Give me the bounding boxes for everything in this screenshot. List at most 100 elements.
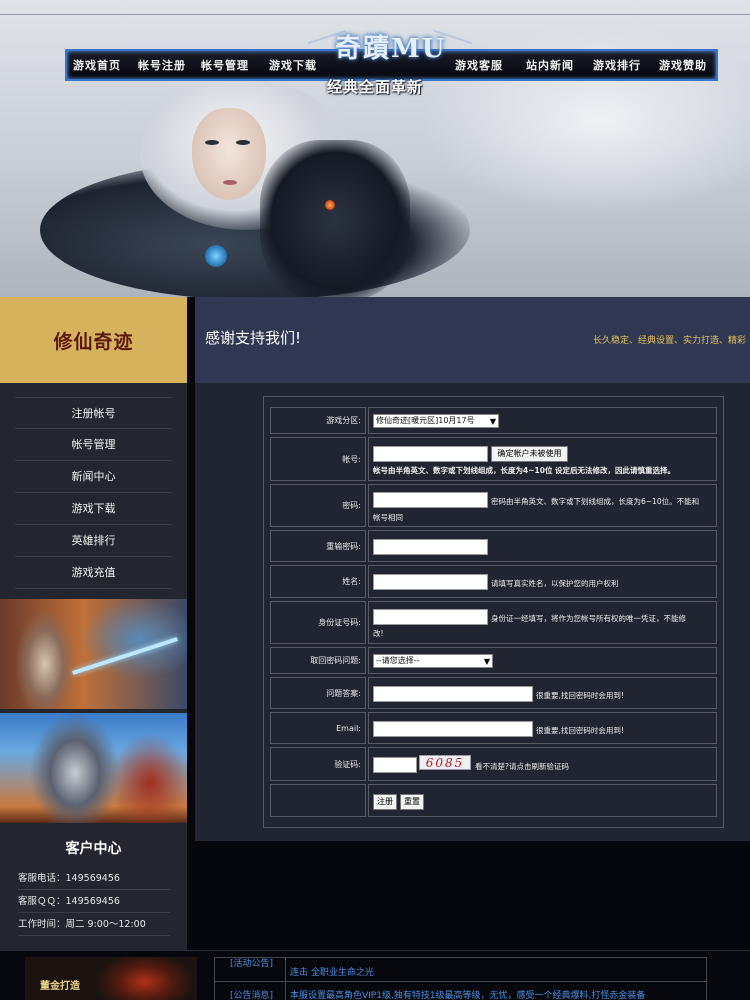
account-hint: 帐号由半角英文、数字或下划线组成，长度为4~10位 设定后无法修改，因此请慎重选… — [373, 466, 676, 475]
submit-button[interactable]: 注册 — [373, 794, 397, 810]
answer-label: 问题答案: — [270, 677, 366, 709]
sidebar-menu: 注册帐号 帐号管理 新闻中心 游戏下载 英雄排行 游戏充值 — [0, 397, 187, 589]
customer-center: 客户中心 客服电话：149569456 客服ＱＱ：149569456 工作时间：… — [0, 830, 187, 950]
nav-ranking[interactable]: 游戏排行 — [593, 57, 641, 73]
nav-account[interactable]: 帐号管理 — [201, 57, 249, 73]
nav-home[interactable]: 游戏首页 — [73, 57, 121, 73]
news-tag-1[interactable]: [活动公告] — [230, 956, 273, 969]
name-hint: 请填写真实姓名，以保护您的用户权利 — [491, 579, 619, 588]
bottom-strip: 董金打造 [活动公告] 连击 全职业生命之光 [公告消息] 本服设置最高角色VI… — [0, 950, 750, 1000]
email-label: Email: — [270, 712, 366, 744]
id-number-hint-line1: 身份证一经填写，将作为您帐号所有权的唯一凭证，不能修 — [491, 614, 686, 623]
name-label: 姓名: — [270, 565, 366, 598]
email-hint: 很重要,找回密码时会用到! — [536, 726, 624, 735]
password-value-cell: 密码由半角英文、数字或下划线组成，长度为6~10位。不能和 帐号相同 — [368, 484, 717, 527]
main-title: 感谢支持我们! — [205, 329, 302, 347]
logo-main-text: 奇蹟MU — [335, 34, 447, 64]
logo-sub-text: 经典全面革新 — [327, 78, 424, 96]
banner-eye-right — [236, 140, 250, 145]
sidebar-ad-warrior[interactable] — [0, 599, 187, 709]
form-row-email: Email: 很重要,找回密码时会用到! — [270, 712, 717, 744]
captcha-value-cell: 6085 看不清楚?请点击刷新验证码 — [368, 747, 717, 781]
nav-register[interactable]: 帐号注册 — [138, 57, 186, 73]
game-logo[interactable]: 奇蹟MU 经典全面革新 — [305, 26, 475, 102]
buttons-label-cell — [270, 784, 366, 817]
question-select[interactable]: --请您选择-- ▼ — [373, 654, 493, 668]
sidebar-item-register[interactable]: 注册帐号 — [15, 397, 172, 429]
sidebar-item-ranking[interactable]: 英雄排行 — [15, 525, 172, 557]
password-hint-line2: 帐号相同 — [373, 513, 403, 522]
form-row-name: 姓名: 请填写真实姓名，以保护您的用户权利 — [270, 565, 717, 598]
form-row-answer: 问题答案: 很重要,找回密码时会用到! — [270, 677, 717, 709]
email-value-cell: 很重要,找回密码时会用到! — [368, 712, 717, 744]
captcha-input[interactable] — [373, 757, 417, 773]
answer-input[interactable] — [373, 686, 533, 702]
nav-sponsor[interactable]: 游戏赞助 — [659, 57, 707, 73]
server-label: 游戏分区: — [270, 407, 366, 434]
cs-phone: 客服电话：149569456 — [18, 868, 170, 890]
password-label: 密码: — [270, 484, 366, 527]
server-select-value: 修仙奇迹[暖元区]10月17号 — [376, 416, 475, 425]
name-value-cell: 请填写真实姓名，以保护您的用户权利 — [368, 565, 717, 598]
confirm-password-input[interactable] — [373, 539, 488, 555]
sidebar-item-account[interactable]: 帐号管理 — [15, 429, 172, 461]
email-input[interactable] — [373, 721, 533, 737]
form-row-password: 密码: 密码由半角英文、数字或下划线组成，长度为6~10位。不能和 帐号相同 — [270, 484, 717, 527]
news-text-2[interactable]: 本服设置最高角色VIP1级,独有特技1级最高等级，无忧，感受一个经典爆料,打怪赤… — [290, 988, 645, 1000]
chevron-down-icon: ▼ — [483, 657, 490, 666]
sidebar-item-download[interactable]: 游戏下载 — [15, 493, 172, 525]
question-select-value: --请您选择-- — [376, 656, 420, 665]
main-header: 感谢支持我们! 长久稳定、经典设置、实力打造、精彩 — [195, 297, 750, 383]
captcha-image[interactable]: 6085 — [419, 755, 471, 770]
ad-blade-art — [72, 637, 178, 675]
id-number-hint-line2: 改! — [373, 629, 384, 638]
cs-phone-value: 149569456 — [65, 873, 120, 884]
top-banner: 游戏首页 帐号注册 帐号管理 游戏下载 游戏客服 站内新闻 游戏排行 游戏赞助 … — [0, 0, 750, 297]
password-hint-line1: 密码由半角英文、数字或下划线组成，长度为6~10位。不能和 — [491, 497, 700, 506]
name-input[interactable] — [373, 574, 488, 590]
left-sidebar: 修仙奇迹 注册帐号 帐号管理 新闻中心 游戏下载 英雄排行 游戏充值 客户中心 … — [0, 297, 187, 950]
id-number-input[interactable] — [373, 609, 488, 625]
site-title-box: 修仙奇迹 — [0, 297, 187, 383]
banner-shoulder-art — [260, 140, 410, 297]
form-row-confirm-password: 重输密码: — [270, 530, 717, 562]
cs-hours-value: 周二 9:00～12:00 — [65, 919, 146, 930]
bottom-news-table: [活动公告] 连击 全职业生命之光 [公告消息] 本服设置最高角色VIP1级,独… — [214, 957, 707, 1000]
question-label: 取回密码问题: — [270, 647, 366, 674]
form-row-server: 游戏分区: 修仙奇迹[暖元区]10月17号 ▼ — [270, 407, 717, 434]
banner-eye-left — [205, 140, 219, 145]
account-label: 帐号: — [270, 437, 366, 481]
check-account-button[interactable]: 确定帐户未被使用 — [491, 446, 568, 462]
news-text-1[interactable]: 连击 全职业生命之光 — [290, 965, 374, 978]
server-value-cell: 修仙奇迹[暖元区]10月17号 ▼ — [368, 407, 717, 434]
captcha-hint[interactable]: 看不清楚?请点击刷新验证码 — [475, 761, 569, 772]
cs-qq: 客服ＱＱ：149569456 — [18, 891, 170, 913]
sidebar-item-news[interactable]: 新闻中心 — [15, 461, 172, 493]
banner-top-line — [0, 14, 750, 15]
server-select[interactable]: 修仙奇迹[暖元区]10月17号 ▼ — [373, 414, 499, 428]
banner-face-art — [192, 108, 266, 200]
id-number-value-cell: 身份证一经填写，将作为您帐号所有权的唯一凭证，不能修 改! — [368, 601, 717, 644]
confirm-password-label: 重输密码: — [270, 530, 366, 562]
customer-center-title: 客户中心 — [65, 841, 122, 857]
banner-ember-glow — [325, 200, 335, 210]
reset-button[interactable]: 重置 — [400, 794, 424, 810]
cs-qq-label: 客服ＱＱ： — [18, 896, 66, 907]
answer-value-cell: 很重要,找回密码时会用到! — [368, 677, 717, 709]
password-input[interactable] — [373, 492, 488, 508]
sidebar-ad-knight[interactable] — [0, 713, 187, 823]
bottom-left-ad[interactable]: 董金打造 — [25, 957, 197, 1000]
form-row-captcha: 验证码: 6085 看不清楚?请点击刷新验证码 — [270, 747, 717, 781]
account-input[interactable] — [373, 446, 488, 462]
cs-hours-label: 工作时间： — [18, 919, 66, 930]
news-tag-2[interactable]: [公告消息] — [230, 988, 273, 1000]
form-row-id-number: 身份证号码: 身份证一经填写，将作为您帐号所有权的唯一凭证，不能修 改! — [270, 601, 717, 644]
banner-gem-glow — [205, 245, 227, 267]
nav-news[interactable]: 站内新闻 — [526, 57, 574, 73]
form-row-account: 帐号: 确定帐户未被使用 帐号由半角英文、数字或下划线组成，长度为4~10位 设… — [270, 437, 717, 481]
cs-qq-value: 149569456 — [65, 896, 120, 907]
buttons-value-cell: 注册 重置 — [368, 784, 717, 817]
confirm-password-value-cell — [368, 530, 717, 562]
form-row-buttons: 注册 重置 — [270, 784, 717, 817]
sidebar-item-recharge[interactable]: 游戏充值 — [15, 557, 172, 589]
